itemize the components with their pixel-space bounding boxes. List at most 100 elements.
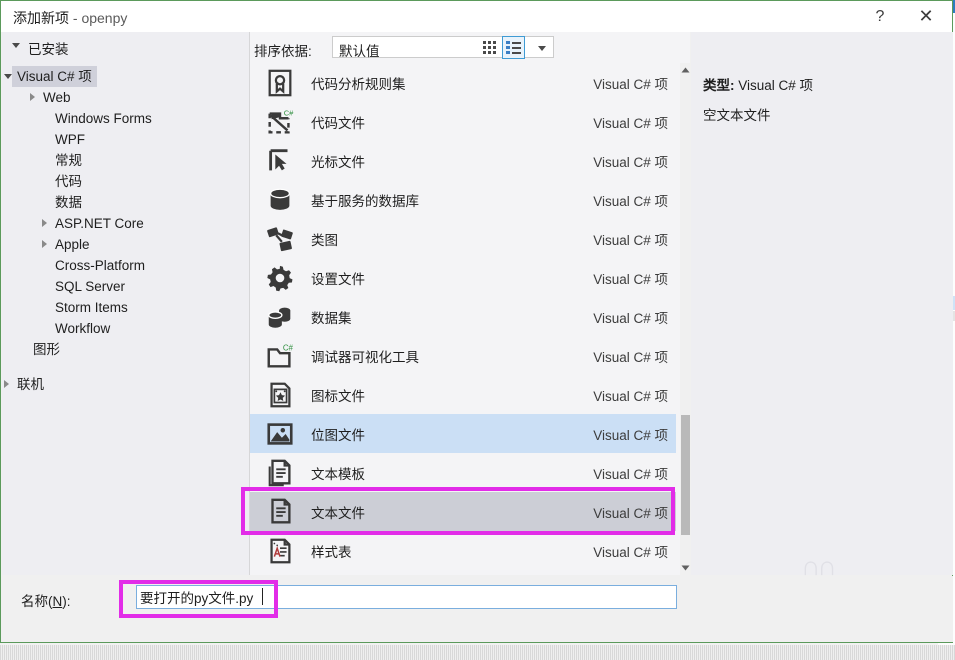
tree-item-sql-server[interactable]: SQL Server <box>2 276 249 297</box>
template-description: 空文本文件 <box>703 104 771 124</box>
tree-item-[interactable]: 数据 <box>2 192 249 213</box>
template-list-scrollbar[interactable] <box>680 63 691 575</box>
template-list-item[interactable]: 文本模板 Visual C# 项 <box>250 453 676 492</box>
installed-header[interactable]: 已安装 <box>2 32 249 60</box>
tree-item-visual-c#[interactable]: Visual C# 项 <box>2 66 249 87</box>
tree-item-asp-net-core[interactable]: ASP.NET Core <box>2 213 249 234</box>
template-item-type: Visual C# 项 <box>593 463 668 483</box>
template-list-item[interactable]: C#调试器可视化工具Visual C# 项 <box>250 336 676 375</box>
svg-text:C#: C# <box>284 108 294 117</box>
template-item-name: 图标文件 <box>311 385 365 405</box>
template-list-item[interactable]: 样式表 Visual C# 项 <box>250 531 676 570</box>
template-item-type: Visual C# 项 <box>593 424 668 444</box>
template-item-type: Visual C# 项 <box>593 541 668 561</box>
tree-item-label: Cross-Platform <box>50 255 150 276</box>
template-item-name: 基于服务的数据库 <box>311 190 419 210</box>
template-list-item[interactable]: 位图文件 Visual C# 项 <box>250 414 676 453</box>
template-item-name: 类图 <box>311 229 338 249</box>
chevron-right-icon[interactable] <box>42 240 47 248</box>
name-input[interactable] <box>136 585 677 609</box>
template-item-name: 数据集 <box>311 307 352 327</box>
database-icon <box>263 183 297 217</box>
text-caret <box>262 588 263 605</box>
template-item-name: 光标文件 <box>311 151 365 171</box>
text-file-icon <box>263 495 297 529</box>
installed-header-label: 已安装 <box>28 38 69 58</box>
tree-item-wpf[interactable]: WPF <box>2 129 249 150</box>
tree-item-[interactable]: 联机 <box>2 374 249 395</box>
name-row: 名称(N): <box>2 576 953 642</box>
template-item-name: 代码文件 <box>311 112 365 132</box>
tree-item-workflow[interactable]: Workflow <box>2 318 249 339</box>
add-new-item-dialog: 添加新项 - openpy ? ✕ 已安装 Visual C# 项WebWind… <box>0 0 953 643</box>
template-item-type: Visual C# 项 <box>593 229 668 249</box>
template-list-item[interactable]: 设置文件 Visual C# 项 <box>250 258 676 297</box>
list-glyph <box>506 41 521 54</box>
tree-item-[interactable]: 常规 <box>2 150 249 171</box>
scroll-up-icon[interactable] <box>680 63 691 77</box>
template-list-item[interactable]: 文本文件Visual C# 项 <box>250 492 676 531</box>
chevron-down-icon <box>538 46 546 51</box>
template-list-item[interactable]: 数据集Visual C# 项 <box>250 297 676 336</box>
template-item-name: 位图文件 <box>311 424 365 444</box>
tree-item-web[interactable]: Web <box>2 87 249 108</box>
list-view-icon[interactable] <box>502 36 525 59</box>
chevron-right-icon[interactable] <box>42 219 47 227</box>
template-list-item[interactable]: C# 代码文件 Visual C# 项 <box>250 102 676 141</box>
scroll-down-icon[interactable] <box>680 561 691 575</box>
template-item-type: Visual C# 项 <box>593 385 668 405</box>
installed-templates-pane: 已安装 Visual C# 项WebWindows FormsWPF常规代码数据… <box>2 32 249 575</box>
tree-item-[interactable]: 图形 <box>2 339 249 360</box>
template-list[interactable]: 代码分析规则集Visual C# 项C#代码文件Visual C# 项光标文件V… <box>250 63 676 575</box>
dialog-title-separator: - <box>69 10 81 26</box>
template-list-item[interactable]: 代码分析规则集 Visual C# 项 <box>250 63 676 102</box>
help-icon[interactable]: ? <box>857 1 903 32</box>
template-list-pane: 排序依据: 默认值 代码分析规则集 Visual C# 项 C# 代码文件 Visual… <box>250 32 690 575</box>
tree-item-cross-platform[interactable]: Cross-Platform <box>2 255 249 276</box>
dataset-icon <box>263 300 297 334</box>
cursor-file-icon <box>263 144 297 178</box>
chevron-right-icon[interactable] <box>30 93 35 101</box>
chevron-right-icon[interactable] <box>4 380 9 388</box>
tree-item-[interactable]: 代码 <box>2 171 249 192</box>
dialog-title-project: openpy <box>81 10 127 26</box>
template-item-type: Visual C# 项 <box>593 73 668 93</box>
template-list-item[interactable]: 基于服务的数据库 Visual C# 项 <box>250 180 676 219</box>
template-item-name: 文本模板 <box>311 463 365 483</box>
sort-toolbar: 排序依据: 默认值 <box>250 32 690 63</box>
close-icon[interactable]: ✕ <box>903 1 949 32</box>
tree-item-storm-items[interactable]: Storm Items <box>2 297 249 318</box>
tree-item-label: ASP.NET Core <box>50 213 149 234</box>
template-item-name: 代码分析规则集 <box>311 73 406 93</box>
template-item-name: 设置文件 <box>311 268 365 288</box>
chevron-down-icon[interactable] <box>4 74 12 79</box>
scrollbar-thumb[interactable] <box>681 415 690 535</box>
template-type-label: 类型: <box>703 78 735 93</box>
template-item-type: Visual C# 项 <box>593 268 668 288</box>
tree-item-label: 数据 <box>50 192 87 213</box>
grid-view-icon[interactable] <box>478 36 501 59</box>
tree-item-label: 常规 <box>50 150 87 171</box>
template-item-type: Visual C# 项 <box>593 112 668 132</box>
tree-item-label: 代码 <box>50 171 87 192</box>
template-list-item[interactable]: 图标文件 Visual C# 项 <box>250 375 676 414</box>
settings-gear-icon <box>263 261 297 295</box>
tree-item-label: Visual C# 项 <box>12 66 97 87</box>
tree-item-label: Windows Forms <box>50 108 157 129</box>
template-item-name: 调试器可视化工具 <box>311 346 419 366</box>
tree-item-windows-forms[interactable]: Windows Forms <box>2 108 249 129</box>
template-list-item[interactable]: 类图 Visual C# 项 <box>250 219 676 258</box>
stylesheet-icon <box>263 534 297 568</box>
tree-item-apple[interactable]: Apple <box>2 234 249 255</box>
tree-item-label: Storm Items <box>50 297 133 318</box>
name-field-label: 名称(N): <box>21 590 71 610</box>
template-item-type: Visual C# 项 <box>593 346 668 366</box>
template-item-type: Visual C# 项 <box>593 190 668 210</box>
template-type-value: Visual C# 项 <box>738 78 813 93</box>
template-item-type: Visual C# 项 <box>593 151 668 171</box>
template-list-item[interactable]: 光标文件 Visual C# 项 <box>250 141 676 180</box>
chevron-down-icon <box>12 43 20 48</box>
template-item-name: 样式表 <box>311 541 352 561</box>
bitmap-file-icon <box>263 417 297 451</box>
template-item-name: 文本文件 <box>311 502 365 522</box>
